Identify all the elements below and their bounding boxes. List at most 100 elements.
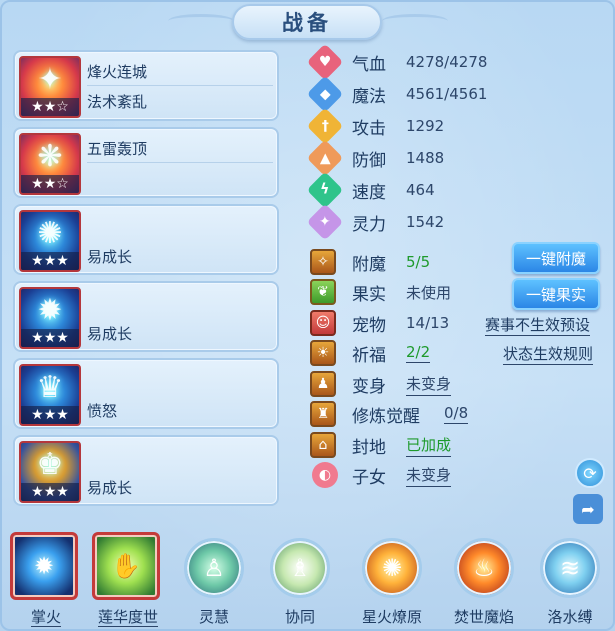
star-rating: ★★★ [21, 483, 79, 501]
extra-value[interactable]: 已加成 [406, 434, 452, 457]
extra-row-fief: ⌂ 封地 已加成 [310, 431, 452, 459]
auto-fruit-button[interactable]: 一键果实 [512, 278, 600, 310]
stat-value: 1292 [406, 117, 445, 135]
enchant-icon: ✧ [310, 249, 336, 275]
extra-label: 变身 [352, 376, 386, 397]
swirl-skill-icon: ✹ ★★★ [19, 287, 81, 349]
transform-icon: ♟ [310, 371, 336, 397]
extra-label: 宠物 [352, 315, 386, 336]
firework-skill-icon: ✦ ★★☆ [19, 56, 81, 118]
starfire-icon: ✺ [362, 538, 422, 598]
pet-icon: ☺ [310, 310, 336, 336]
extra-label: 果实 [352, 284, 386, 305]
title-ornament-right [382, 14, 448, 28]
fruit-icon: ❦ [310, 279, 336, 305]
skill-name: 五雷轰顶 [87, 140, 148, 158]
skill-label: 掌火 [30, 608, 61, 627]
stat-value: 1488 [406, 149, 445, 167]
lightning-icon: ϟ [306, 171, 344, 209]
skill-name: 法术紊乱 [87, 93, 148, 111]
extra-row-blessing: ☀ 祈福 2/2 [310, 339, 431, 367]
star-rating: ★★★ [21, 406, 79, 424]
dragon-skill-icon: ✺ ★★★ [19, 210, 81, 272]
bottom-skill-6[interactable]: ♨ 焚世魔焰 [446, 532, 522, 628]
star-rating: ★★☆ [21, 98, 79, 116]
star-rating: ★★☆ [21, 175, 79, 193]
skill-card-1[interactable]: ✦ ★★☆ 烽火连城 法术紊乱 [13, 50, 279, 121]
extra-row-child: ◐ 子女 未变身 [310, 461, 452, 489]
skill-name: 易成长 [87, 325, 133, 343]
stat-value: 464 [406, 181, 435, 199]
divider [87, 85, 273, 86]
bottom-skill-3[interactable]: ♙ 灵慧 [176, 532, 252, 628]
child-icon: ◐ [312, 462, 338, 488]
stat-row-defense: ▲ 防御 1488 [306, 139, 444, 177]
skill-label: 星火燎原 [361, 608, 422, 626]
armor-icon: ▲ [306, 139, 344, 177]
skill-card-4[interactable]: ✹ ★★★ 易成长 [13, 281, 279, 352]
extra-row-transform: ♟ 变身 未变身 [310, 370, 452, 398]
stat-value: 4561/4561 [406, 85, 488, 103]
stat-label: 灵力 [352, 214, 386, 235]
skill-name: 易成长 [87, 248, 133, 266]
skill-name: 易成长 [87, 479, 133, 497]
heart-icon: ♥ [306, 43, 344, 81]
bottom-skill-7[interactable]: ≋ 洛水缚 [532, 532, 608, 628]
divider [87, 162, 273, 163]
crown-skill-icon: ♛ ★★★ [19, 364, 81, 426]
palm-fire-icon: ✹ [10, 532, 78, 600]
extra-value[interactable]: 未变身 [406, 373, 452, 396]
extra-value[interactable]: 0/8 [444, 404, 469, 424]
shield-icon: ◆ [306, 75, 344, 113]
extra-value[interactable]: 2/2 [406, 343, 431, 363]
fief-icon: ⌂ [310, 432, 336, 458]
stat-row-speed: ϟ 速度 464 [306, 171, 435, 209]
thunder-skill-icon: ❋ ★★☆ [19, 133, 81, 195]
skill-label: 协同 [284, 608, 315, 626]
synergy-icon: ♗ [270, 538, 330, 598]
extra-label: 子女 [352, 467, 386, 488]
extra-label: 祈福 [352, 345, 386, 366]
extra-label: 封地 [352, 437, 386, 458]
bottom-skill-5[interactable]: ✺ 星火燎原 [354, 532, 430, 628]
extra-row-enchant: ✧ 附魔 5/5 [310, 248, 430, 276]
pet-preset-link[interactable]: 赛事不生效预设 [485, 314, 591, 336]
extra-value[interactable]: 未变身 [406, 464, 452, 487]
extra-value: 5/5 [406, 253, 431, 271]
status-rules-link[interactable]: 状态生效规则 [503, 343, 594, 365]
blessing-icon: ☀ [310, 340, 336, 366]
stat-row-mp: ◆ 魔法 4561/4561 [306, 75, 487, 113]
stat-label: 气血 [352, 54, 386, 75]
skill-label: 洛水缚 [547, 608, 593, 626]
skill-name: 愤怒 [87, 402, 118, 420]
auto-enchant-button[interactable]: 一键附魔 [512, 242, 600, 274]
sparkle-icon: ✦ [306, 203, 344, 241]
swap-icon[interactable]: ⟳ [575, 458, 605, 488]
sword-icon: † [306, 107, 344, 145]
stat-label: 攻击 [352, 118, 386, 139]
stat-row-hp: ♥ 气血 4278/4278 [306, 43, 487, 81]
share-icon[interactable]: ➦ [573, 494, 603, 524]
skill-label: 灵慧 [198, 608, 229, 626]
gold-crown-skill-icon: ♚ ★★★ [19, 441, 81, 503]
extra-label: 附魔 [352, 254, 386, 275]
star-rating: ★★★ [21, 329, 79, 347]
stat-value: 4278/4278 [406, 53, 488, 71]
extra-row-fruit: ❦ 果实 未使用 [310, 278, 451, 306]
stat-row-spirit: ✦ 灵力 1542 [306, 203, 444, 241]
extra-value: 14/13 [406, 314, 450, 332]
bottom-skill-4[interactable]: ♗ 协同 [262, 532, 338, 628]
extra-label: 修炼觉醒 [352, 406, 420, 427]
skill-card-6[interactable]: ♚ ★★★ 易成长 [13, 435, 279, 506]
cultivation-icon: ♜ [310, 401, 336, 427]
stat-label: 速度 [352, 182, 386, 203]
skill-card-5[interactable]: ♛ ★★★ 愤怒 [13, 358, 279, 429]
spirit-icon: ♙ [184, 538, 244, 598]
lotus-hand-icon: ✋ [92, 532, 160, 600]
extra-row-cultivation: ♜ 修炼觉醒 0/8 [310, 400, 469, 428]
bottom-skill-2[interactable]: ✋ 莲华度世 [90, 532, 166, 628]
skill-card-3[interactable]: ✺ ★★★ 易成长 [13, 204, 279, 275]
bottom-skill-1[interactable]: ✹ 掌火 [8, 532, 84, 628]
title-ornament-left [168, 14, 234, 28]
skill-card-2[interactable]: ❋ ★★☆ 五雷轰顶 [13, 127, 279, 198]
